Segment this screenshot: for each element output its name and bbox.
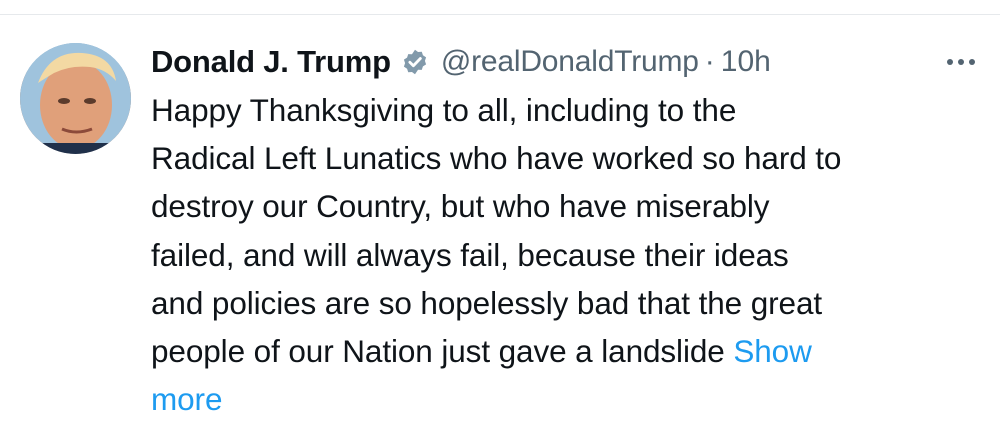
- show-more-link[interactable]: more: [151, 381, 222, 417]
- separator-dot: ·: [704, 45, 715, 78]
- author-display-name[interactable]: Donald J. Trump: [151, 44, 391, 80]
- avatar-image: [20, 43, 131, 154]
- tweet-text-line: Happy Thanksgiving to all, including to …: [151, 92, 737, 128]
- top-divider: [0, 14, 1000, 15]
- tweet-text-line: Radical Left Lunatics who have worked so…: [151, 140, 842, 177]
- tweet-text-line-last: people of our Nation just gave a landsli…: [151, 327, 981, 375]
- tweet-text-line: and policies are so hopelessly bad that …: [151, 284, 823, 321]
- tweet-text-line: failed, and will always fail, because th…: [151, 236, 789, 273]
- tweet-text-line: destroy our Country, but who have misera…: [151, 188, 770, 225]
- author-handle[interactable]: @realDonaldTrump: [441, 45, 699, 79]
- ellipsis-icon[interactable]: [944, 52, 978, 72]
- show-more-link[interactable]: Show: [733, 333, 812, 369]
- tweet-text: Happy Thanksgiving to all, including to …: [151, 86, 981, 423]
- verified-badge-icon[interactable]: [401, 48, 429, 76]
- author-avatar[interactable]: [20, 43, 131, 154]
- show-more-continuation: more: [151, 375, 981, 423]
- tweet-text-line: people of our Nation just gave a landsli…: [151, 333, 734, 370]
- tweet-header: Donald J. Trump @realDonaldTrump · 10h: [151, 40, 771, 84]
- tweet-timestamp[interactable]: 10h: [721, 45, 771, 79]
